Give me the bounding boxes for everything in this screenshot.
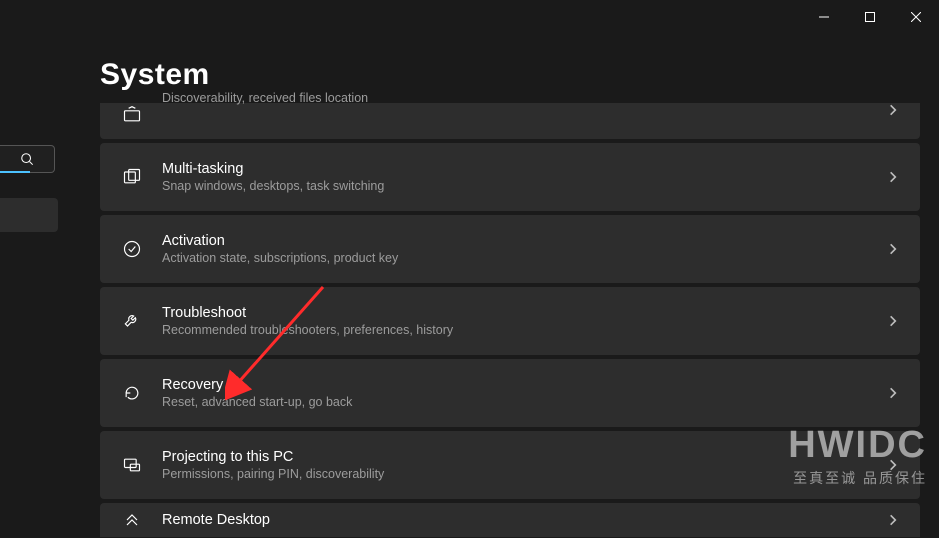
search-icon — [20, 152, 34, 166]
row-title: Activation — [162, 233, 886, 249]
row-remote-desktop[interactable]: Remote Desktop — [100, 503, 920, 537]
row-subtitle: Discoverability, received files location — [162, 91, 886, 105]
row-recovery[interactable]: Recovery Reset, advanced start-up, go ba… — [100, 359, 920, 427]
settings-list: Discoverability, received files location… — [100, 103, 920, 537]
row-subtitle: Permissions, pairing PIN, discoverabilit… — [162, 467, 886, 481]
sidebar-selected-item[interactable] — [0, 198, 58, 232]
chevron-right-icon — [886, 513, 900, 527]
row-subtitle: Reset, advanced start-up, go back — [162, 395, 886, 409]
row-multi-tasking[interactable]: Multi-tasking Snap windows, desktops, ta… — [100, 143, 920, 211]
row-troubleshoot[interactable]: Troubleshoot Recommended troubleshooters… — [100, 287, 920, 355]
row-subtitle: Recommended troubleshooters, preferences… — [162, 323, 886, 337]
share-icon — [120, 103, 144, 127]
remote-desktop-icon — [120, 508, 144, 532]
row-nearby-sharing[interactable]: Discoverability, received files location — [100, 103, 920, 139]
row-title: Projecting to this PC — [162, 449, 886, 465]
minimize-button[interactable] — [801, 0, 847, 34]
chevron-right-icon — [886, 242, 900, 256]
row-activation[interactable]: Activation Activation state, subscriptio… — [100, 215, 920, 283]
row-title: Remote Desktop — [162, 512, 886, 528]
row-subtitle: Activation state, subscriptions, product… — [162, 251, 886, 265]
maximize-button[interactable] — [847, 0, 893, 34]
chevron-right-icon — [886, 314, 900, 328]
multitask-icon — [120, 165, 144, 189]
recovery-icon — [120, 381, 144, 405]
search-input[interactable] — [0, 145, 55, 173]
checkmark-circle-icon — [120, 237, 144, 261]
close-button[interactable] — [893, 0, 939, 34]
row-title: Multi-tasking — [162, 161, 886, 177]
projecting-icon — [120, 453, 144, 477]
sidebar — [0, 0, 60, 538]
chevron-right-icon — [886, 458, 900, 472]
page-title: System — [100, 58, 210, 92]
row-subtitle: Snap windows, desktops, task switching — [162, 179, 886, 193]
wrench-icon — [120, 309, 144, 333]
row-title: Recovery — [162, 377, 886, 393]
chevron-right-icon — [886, 386, 900, 400]
row-projecting[interactable]: Projecting to this PC Permissions, pairi… — [100, 431, 920, 499]
row-title: Troubleshoot — [162, 305, 886, 321]
chevron-right-icon — [886, 170, 900, 184]
chevron-right-icon — [886, 103, 900, 117]
